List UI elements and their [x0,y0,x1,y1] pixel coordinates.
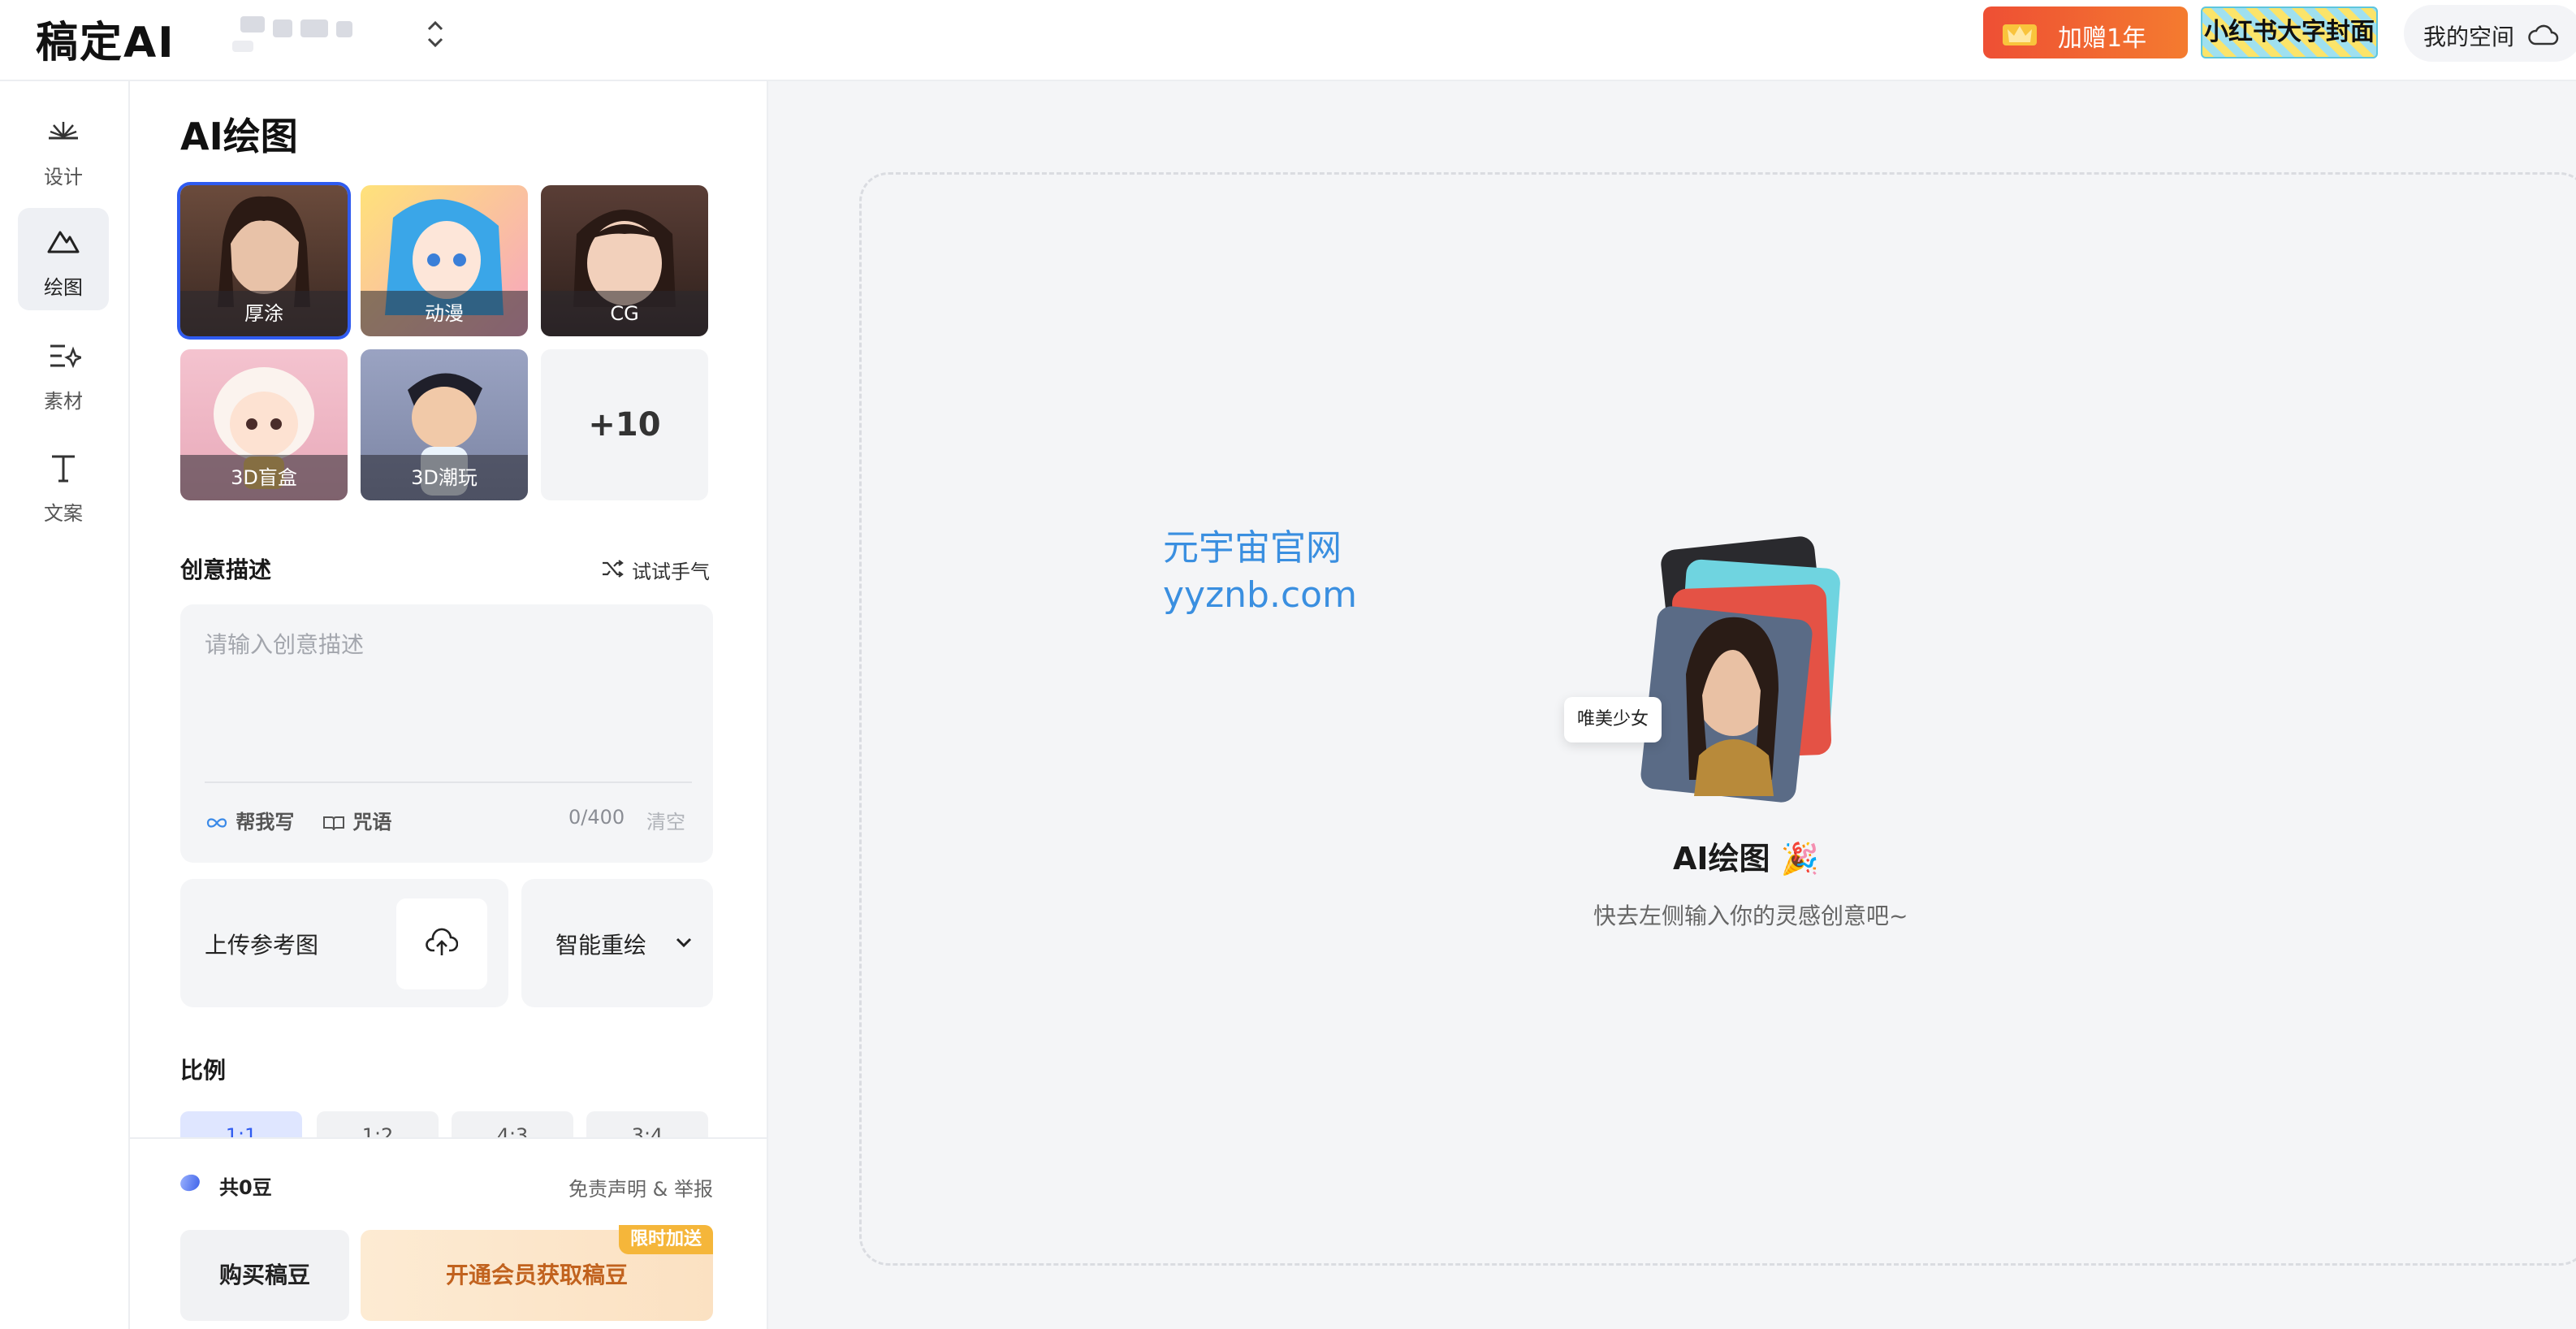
watermark-line: yyznb.com [1163,574,1357,616]
nav-item-design[interactable]: 设计 [18,97,109,200]
style-card-anime[interactable]: 动漫 [361,185,528,336]
style-label: 3D盲盒 [180,455,348,500]
divider [205,781,692,783]
nav-label: 文案 [44,502,83,525]
book-icon [323,816,344,831]
team-name-blurred[interactable] [224,10,362,55]
design-icon [49,122,78,140]
cloud-icon [2528,24,2559,45]
style-card-3d-blindbox[interactable]: 3D盲盒 [180,349,348,500]
desc-label: 创意描述 [180,556,272,583]
watermark: 元宇宙官网 yyznb.com [1163,525,1357,619]
style-card-cg[interactable]: CG [541,185,708,336]
my-space-button[interactable]: 我的空间 [2404,5,2576,62]
redraw-label: 智能重绘 [555,932,647,959]
style-label: 3D潮玩 [361,455,528,500]
nav-label: 素材 [44,390,83,413]
char-counter: 0/400 [568,806,625,829]
panel-footer: 共0豆 免责声明 & 举报 购买稿豆 开通会员获取稿豆 限时加送 [130,1137,767,1329]
empty-state-subtitle: 快去左侧输入你的灵感创意吧~ [1593,903,1908,929]
infinity-icon [206,818,227,828]
crown-icon [2003,24,2037,45]
upload-reference-box[interactable]: 上传参考图 [180,879,508,1007]
promo-label: 加赠1年 [2058,24,2147,53]
spell-label: 咒语 [352,811,392,833]
ai-drawing-panel: AI绘图 厚涂 动漫 CG 3D盲盒 3D潮玩 +10 创意描述 试试手气 请输… [130,81,768,1329]
buy-beans-button[interactable]: 购买稿豆 [180,1230,349,1321]
more-styles-button[interactable]: +10 [541,349,708,500]
left-nav: 设计 绘图 素材 文案 [0,81,130,1329]
panel-title: AI绘图 [180,115,298,158]
bean-balance: 共0豆 [177,1171,272,1200]
vip-label: 开通会员获取稿豆 [445,1262,628,1288]
vip-button[interactable]: 开通会员获取稿豆 限时加送 [361,1225,713,1321]
upload-label: 上传参考图 [205,932,319,959]
bean-icon [177,1171,203,1195]
cloud-upload-icon [426,928,458,955]
try-luck-button[interactable]: 试试手气 [603,556,710,584]
nav-item-drawing[interactable]: 绘图 [18,208,109,310]
chevron-down-icon [676,937,692,948]
promo-button[interactable]: 加赠1年 [1983,6,2188,58]
smart-redraw-select[interactable]: 智能重绘 [521,879,713,1007]
shuffle-icon [603,560,624,578]
try-luck-label: 试试手气 [632,561,710,583]
watermark-line: 元宇宙官网 [1163,527,1342,569]
text-icon [52,455,75,483]
style-label: 动漫 [361,291,528,336]
nav-item-copywriting[interactable]: 文案 [18,434,109,536]
app-logo[interactable]: 稿定AI [36,8,175,69]
disclaimer-link[interactable]: 免责声明 & 举报 [568,1173,713,1201]
desc-box: 帮我写 咒语 0/400 清空 [180,604,713,863]
empty-state-illustration [1640,536,1840,803]
material-icon [50,344,81,369]
desc-input[interactable] [205,627,692,781]
prompt-example-chip: 唯美少女 [1564,697,1662,742]
xhs-cover-banner[interactable]: 小红书大字封面 [2201,6,2378,58]
style-label: 厚涂 [180,291,348,336]
nav-label: 绘图 [44,276,83,299]
bean-count: 共0豆 [219,1176,272,1199]
team-switch-icon[interactable] [419,16,452,65]
nav-item-material[interactable]: 素材 [18,322,109,424]
empty-state-title: AI绘图 🎉 [1673,841,1820,877]
top-bar: 稿定AI 加赠1年 小红书大字封面 我的空间 [0,0,2576,81]
nav-label: 设计 [44,166,83,188]
ratio-label: 比例 [180,1057,227,1084]
help-write-button[interactable]: 帮我写 [205,806,294,834]
help-write-label: 帮我写 [236,811,295,833]
upload-button[interactable] [396,898,487,989]
drawing-icon [47,231,80,253]
clear-button[interactable]: 清空 [646,806,685,834]
limited-offer-badge: 限时加送 [619,1225,713,1254]
style-card-3d-trendy-toy[interactable]: 3D潮玩 [361,349,528,500]
spell-button[interactable]: 咒语 [322,806,391,834]
style-card-thick-paint[interactable]: 厚涂 [180,185,348,336]
style-label: CG [541,291,708,336]
my-space-label: 我的空间 [2423,24,2515,50]
